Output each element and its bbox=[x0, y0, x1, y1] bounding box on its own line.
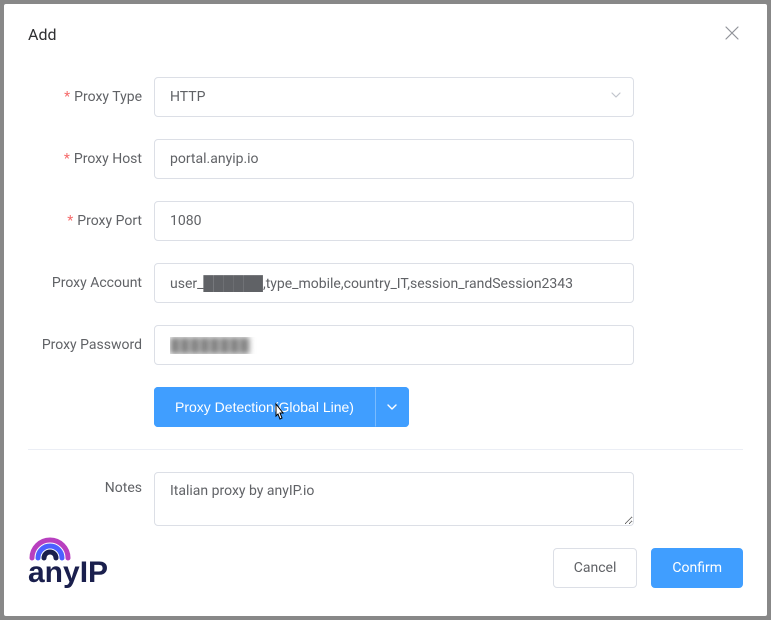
chevron-down-icon bbox=[386, 401, 398, 413]
row-proxy-port: Proxy Port bbox=[28, 201, 743, 241]
divider bbox=[28, 449, 743, 450]
proxy-port-input[interactable] bbox=[154, 201, 634, 241]
notes-textarea[interactable] bbox=[154, 472, 634, 526]
proxy-type-select[interactable] bbox=[154, 77, 634, 117]
modal-title: Add bbox=[28, 25, 56, 44]
anyip-logo: anyIP bbox=[28, 532, 168, 588]
cancel-button[interactable]: Cancel bbox=[553, 548, 638, 588]
label-proxy-password: Proxy Password bbox=[28, 337, 154, 353]
row-notes: Notes bbox=[28, 472, 743, 530]
confirm-button[interactable]: Confirm bbox=[651, 548, 743, 588]
proxy-detection-button[interactable]: Proxy Detection(Global Line) bbox=[154, 387, 375, 427]
proxy-host-input[interactable] bbox=[154, 139, 634, 179]
modal-header: Add bbox=[4, 4, 767, 47]
label-notes: Notes bbox=[28, 472, 154, 496]
add-proxy-modal: Add Proxy Type Proxy Host Proxy Port bbox=[4, 4, 767, 616]
proxy-detection-group: Proxy Detection(Global Line) bbox=[154, 387, 409, 427]
footer-actions: Cancel Confirm bbox=[553, 548, 743, 588]
row-proxy-detection: Proxy Detection(Global Line) bbox=[28, 387, 743, 427]
proxy-password-input[interactable] bbox=[154, 325, 634, 365]
label-proxy-account: Proxy Account bbox=[28, 275, 154, 291]
modal-footer: anyIP Cancel Confirm bbox=[4, 532, 767, 616]
close-icon bbox=[725, 26, 739, 40]
modal-body: Proxy Type Proxy Host Proxy Port Proxy A… bbox=[4, 47, 767, 530]
label-proxy-host: Proxy Host bbox=[28, 151, 154, 167]
row-proxy-password: Proxy Password bbox=[28, 325, 743, 365]
row-proxy-host: Proxy Host bbox=[28, 139, 743, 179]
svg-text:anyIP: anyIP bbox=[28, 556, 108, 588]
label-proxy-port: Proxy Port bbox=[28, 213, 154, 229]
proxy-detection-dropdown[interactable] bbox=[375, 387, 409, 427]
label-proxy-type: Proxy Type bbox=[28, 89, 154, 105]
proxy-account-input[interactable] bbox=[154, 263, 634, 303]
close-button[interactable] bbox=[721, 22, 743, 47]
row-proxy-type: Proxy Type bbox=[28, 77, 743, 117]
row-proxy-account: Proxy Account bbox=[28, 263, 743, 303]
